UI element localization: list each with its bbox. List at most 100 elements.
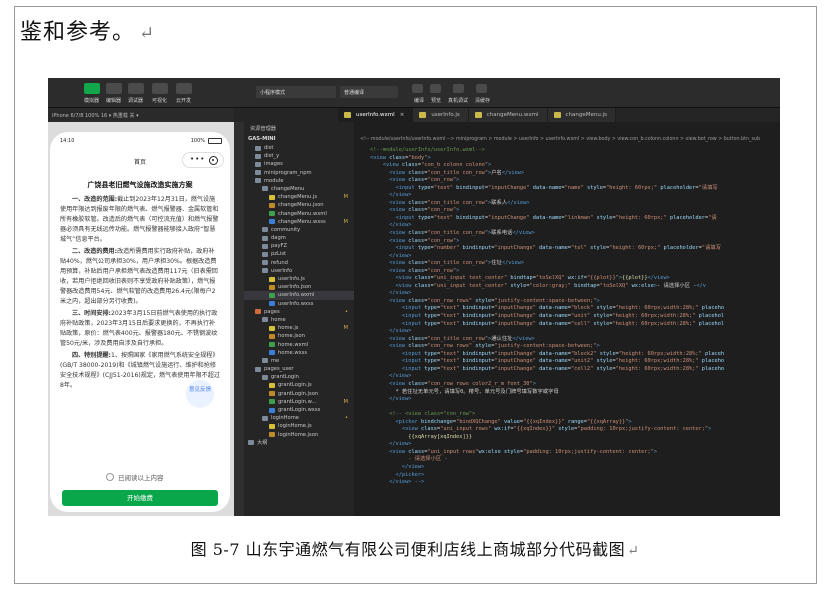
code-line[interactable]: <!--module/userInfo/userInfo.wxml--> [370,147,780,155]
code-line[interactable]: <view class="uni_input rows" wx:if="{{xq… [370,426,780,434]
compile-icon[interactable] [412,84,423,93]
capsule-menu[interactable]: ••• [182,152,224,168]
toolbar-label-clear-cache[interactable]: 清缓存 [475,97,490,104]
code-line[interactable]: <input type="text" bindinput="inputChang… [370,366,780,374]
tree-item[interactable]: 大纲 [244,439,354,447]
tree-item[interactable]: loginHome.js [244,422,354,430]
code-line[interactable]: <view class="con_title con_row">联系电话</vi… [370,230,780,238]
project-root[interactable]: GAS-MINI [244,134,354,144]
tree-item[interactable]: loginHome • [244,414,354,422]
mode-select[interactable]: 小程序模式 [256,86,336,98]
tree-item[interactable]: userInfo [244,267,354,275]
tree-item[interactable]: pages • [244,308,354,316]
tree-item[interactable]: userInfo.wxss [244,300,354,308]
tree-item[interactable]: grantLogin [244,373,354,381]
toolbar-label-compile[interactable]: 编译 [414,97,424,104]
tree-item[interactable]: pages_user [244,365,354,373]
code-line[interactable]: <view class="uni_input text_center" styl… [370,283,780,291]
tree-item[interactable]: userInfo.wxml [244,291,354,300]
tree-item[interactable]: changeMenu.wxss M [244,218,354,226]
code-line[interactable]: </view> [370,192,780,200]
close-target-icon[interactable] [209,156,218,165]
read-confirm-row[interactable]: 已阅读以上内容 [106,472,164,482]
code-line[interactable]: <view class="con_row rows" style="justif… [370,343,780,351]
code-content[interactable]: <!--module/userInfo/userInfo.wxml--> <vie… [370,147,780,487]
feedback-fab[interactable]: 意见反馈 [186,380,214,408]
code-line[interactable]: <!-- <view class="con_row"> [370,411,780,419]
code-line[interactable]: </picker> [370,472,780,480]
debugger-toggle-icon[interactable] [128,83,144,94]
tree-item[interactable]: home.wxss [244,349,354,357]
code-line[interactable]: </view> [370,396,780,404]
tree-item[interactable]: home.wxml [244,341,354,349]
real-device-icon[interactable] [453,84,464,93]
code-line[interactable]: <view class="con_row"> [370,177,780,185]
code-line[interactable]: </view> [370,441,780,449]
tree-item[interactable]: module [244,177,354,185]
toolbar-label-real-device[interactable]: 真机调试 [448,97,468,104]
code-line[interactable]: <view class="con_title con_row">户名</view… [370,170,780,178]
code-line[interactable]: </view> [370,464,780,472]
radio-icon[interactable] [106,473,114,481]
tree-item[interactable]: grantLogin.js [244,381,354,389]
tree-item[interactable]: refund [244,259,354,267]
more-dots-icon[interactable]: ••• [190,155,205,163]
compile-select[interactable]: 普通编译 [340,86,398,98]
tree-item[interactable]: dist_y [244,152,354,160]
code-line[interactable]: <view class="con_title con_row">住址</view… [370,260,780,268]
editor-tab[interactable]: changeMenu.js [547,108,616,122]
toolbar-label-visual[interactable]: 可视化 [152,97,167,104]
tree-item[interactable]: changeMenu [244,185,354,193]
code-line[interactable]: <view class="con_row"> [370,207,780,215]
clear-cache-icon[interactable] [476,84,487,93]
device-select[interactable]: iPhone 6/7/8 100% 16 ▾ 热重载 关 ▾ [48,108,234,122]
code-line[interactable]: </view> [370,290,780,298]
simulator-toggle-icon[interactable] [84,83,100,94]
code-line[interactable]: <view class="con_title con_row">联系人</vie… [370,200,780,208]
tree-item[interactable]: changeMenu.js M [244,193,354,201]
tree-item[interactable]: changeMenu.json [244,201,354,209]
toolbar-label-simulator[interactable]: 模拟器 [84,97,99,104]
tree-item[interactable]: home [244,316,354,324]
code-line[interactable]: </view> [370,222,780,230]
toolbar-label-editor[interactable]: 编辑器 [106,97,121,104]
tree-item[interactable]: me [244,357,354,365]
editor-tab[interactable]: userInfo.wxml × [338,108,414,122]
editor-toggle-icon[interactable] [106,83,122,94]
code-line[interactable]: <input type="text" bindinput="inputChang… [370,351,780,359]
code-line[interactable]: * 若住址无单元号，请填写0。楼号、单元号及门牌号填写数字或字母 [370,389,780,397]
start-payment-button[interactable]: 开始缴费 [62,490,218,506]
toolbar-label-cloud[interactable]: 云开发 [176,97,191,104]
toolbar-label-preview[interactable]: 预览 [431,97,441,104]
tree-item[interactable]: community [244,226,354,234]
code-line[interactable]: <picker bindchange="bindXQChange" value=… [370,419,780,427]
tree-item[interactable]: loginHome.json [244,431,354,439]
code-line[interactable]: <view class="con_row rows" style="justif… [370,298,780,306]
tree-item[interactable]: userInfo.json [244,283,354,291]
code-line[interactable]: <input type="text" bindinput="inputChang… [370,358,780,366]
code-editor[interactable]: <!-- module/userInfo/userInfo.wxml --> m… [354,122,780,516]
tree-item[interactable]: dagm [244,234,354,242]
close-icon[interactable]: × [400,112,405,118]
code-line[interactable]: <input type="text" bindinput="inputChang… [370,321,780,329]
code-line[interactable]: <view class="body"> [370,155,780,163]
code-line[interactable]: <input type="number" bindinput="inputCha… [370,245,780,253]
tree-item[interactable]: images [244,160,354,168]
editor-tab[interactable]: userInfo.js [413,108,469,122]
code-line[interactable]: </view> --> [370,479,780,487]
tree-item[interactable]: grantLogin.json [244,390,354,398]
code-line[interactable]: <input type="text" bindinput="inputChang… [370,215,780,223]
tree-item[interactable]: changeMenu.wxml [244,210,354,218]
code-line[interactable]: - 请选择小区 - [370,456,780,464]
cloud-toggle-icon[interactable] [176,83,192,94]
tree-item[interactable]: payFZ [244,242,354,250]
code-line[interactable] [370,404,780,412]
toolbar-label-debugger[interactable]: 调试器 [128,97,143,104]
tree-item[interactable]: grantLogin.w... M [244,398,354,406]
code-line[interactable]: {{xqArray[xqIndex]}} [370,434,780,442]
tree-item[interactable]: userInfo.js [244,275,354,283]
code-line[interactable]: <view class="uni_input text_center" bind… [370,275,780,283]
tree-item[interactable]: miniprogram_npm [244,169,354,177]
tree-item[interactable]: pzList [244,250,354,258]
code-line[interactable]: </view> [370,328,780,336]
